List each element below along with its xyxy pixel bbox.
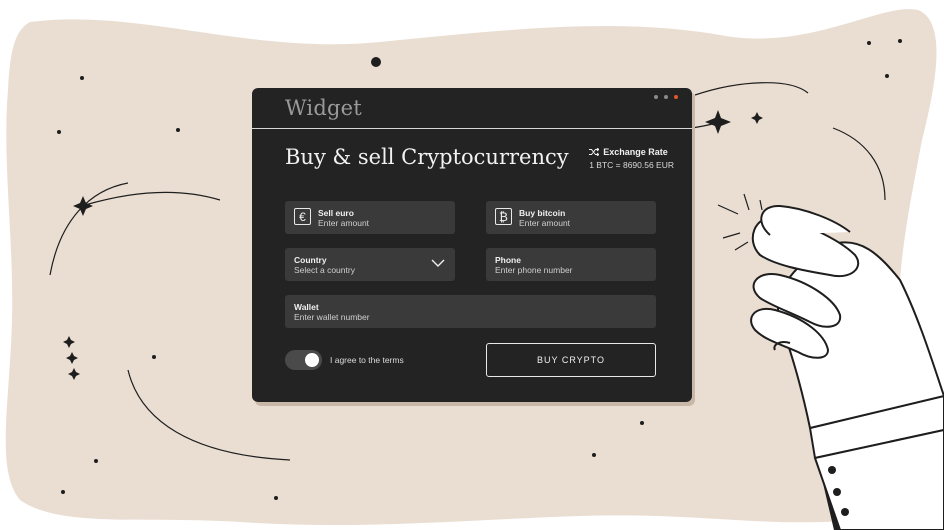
wallet-placeholder[interactable]: Enter wallet number	[294, 312, 370, 322]
wallet-label: Wallet	[294, 302, 319, 312]
bitcoin-icon: ₿	[495, 208, 512, 225]
page-title: Buy & sell Cryptocurrency	[285, 145, 569, 169]
sell-euro-label: Sell euro	[318, 208, 354, 218]
window-dot-2[interactable]	[664, 95, 668, 99]
window-controls	[654, 95, 678, 99]
terms-label: I agree to the terms	[330, 355, 404, 365]
window-title: Widget	[285, 96, 362, 120]
exchange-rate-value: 1 BTC = 8690.56 EUR	[589, 160, 674, 170]
wallet-field[interactable]: Wallet Enter wallet number	[285, 295, 656, 328]
euro-icon: €	[294, 208, 311, 225]
chevron-down-icon[interactable]	[431, 258, 445, 268]
country-select[interactable]: Country Select a country	[285, 248, 455, 281]
phone-placeholder[interactable]: Enter phone number	[495, 265, 573, 275]
buy-bitcoin-label: Buy bitcoin	[519, 208, 566, 218]
header-divider	[252, 128, 692, 129]
buy-bitcoin-placeholder[interactable]: Enter amount	[519, 218, 570, 228]
crypto-widget: Widget Buy & sell Cryptocurrency Exchang…	[252, 88, 692, 402]
buy-crypto-button[interactable]: BUY CRYPTO	[486, 343, 656, 377]
exchange-rate-title: Exchange Rate	[603, 147, 668, 157]
exchange-rate: Exchange Rate 1 BTC = 8690.56 EUR	[589, 147, 674, 170]
country-placeholder[interactable]: Select a country	[294, 265, 355, 275]
terms-toggle[interactable]	[285, 350, 322, 370]
sell-euro-placeholder[interactable]: Enter amount	[318, 218, 369, 228]
phone-field[interactable]: Phone Enter phone number	[486, 248, 656, 281]
window-close-dot[interactable]	[674, 95, 678, 99]
shuffle-icon	[589, 148, 600, 156]
sell-euro-field[interactable]: € Sell euro Enter amount	[285, 201, 455, 234]
toggle-knob	[305, 353, 319, 367]
country-label: Country	[294, 255, 327, 265]
phone-label: Phone	[495, 255, 521, 265]
buy-bitcoin-field[interactable]: ₿ Buy bitcoin Enter amount	[486, 201, 656, 234]
window-dot-1[interactable]	[654, 95, 658, 99]
